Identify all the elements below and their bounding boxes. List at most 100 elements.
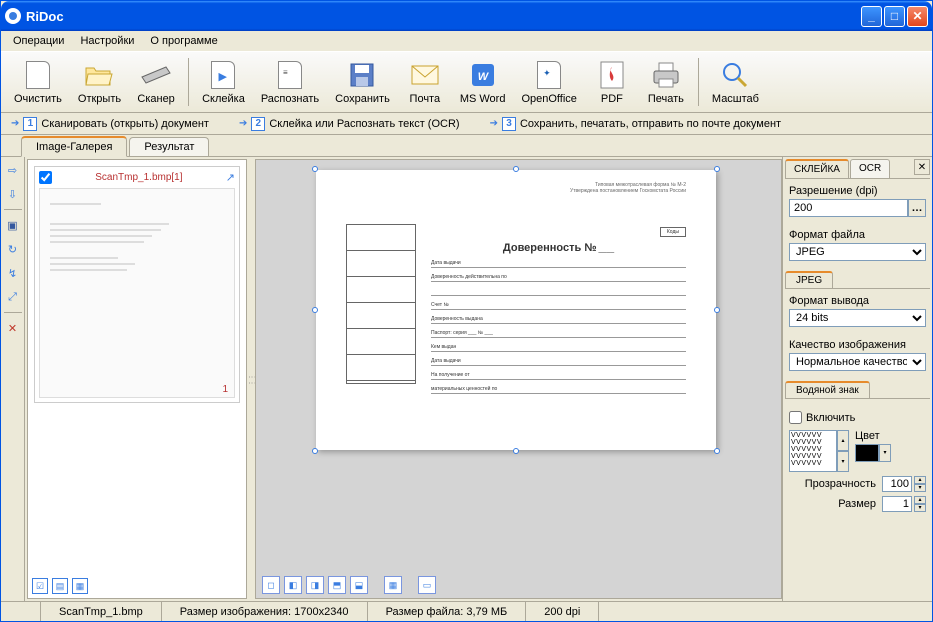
resolution-browse-button[interactable]: … [908, 199, 926, 217]
clear-button[interactable]: Очистить [7, 54, 69, 110]
size-down[interactable]: ▾ [914, 504, 926, 512]
arrow-right-button[interactable]: ⇨ [4, 161, 22, 179]
pattern-down[interactable]: ▾ [837, 451, 849, 472]
maximize-button[interactable]: □ [884, 6, 905, 27]
watermark-enable-checkbox[interactable] [789, 411, 802, 424]
stitch-icon: ▶ [207, 59, 239, 91]
document-tabs: Image-Галерея Результат [1, 135, 932, 157]
document-icon [22, 59, 54, 91]
color-dropdown[interactable]: ▾ [879, 444, 891, 462]
step-number: 3 [502, 117, 516, 131]
thumb-checkbox[interactable] [39, 171, 52, 184]
gallery-view-controls: ☑ ▤ ▦ [28, 574, 92, 598]
menu-operations[interactable]: Операции [5, 33, 72, 49]
view-list-button[interactable]: ▤ [52, 578, 68, 594]
pdf-button[interactable]: PDF [586, 54, 638, 110]
menu-about[interactable]: О программе [142, 33, 225, 49]
opacity-down[interactable]: ▾ [914, 484, 926, 492]
arrow-down-button[interactable]: ⇩ [4, 185, 22, 203]
arrow-right-icon: ➔ [490, 118, 498, 129]
size-input[interactable] [882, 496, 912, 512]
tab-stitch-settings[interactable]: СКЛЕЙКА [785, 159, 849, 178]
mail-label: Почта [410, 93, 441, 105]
size-label: Размер [789, 498, 880, 510]
grid-toggle-button[interactable]: ▦ [384, 576, 402, 594]
view-mode-button[interactable]: ▭ [418, 576, 436, 594]
select-all-button[interactable]: ☑ [32, 578, 48, 594]
thumbnail-image[interactable]: 1 [39, 188, 235, 398]
recognize-button[interactable]: ≡ Распознать [254, 54, 326, 110]
tab-ocr-settings[interactable]: OCR [850, 159, 890, 178]
thumb-filename: ScanTmp_1.bmp[1] [95, 172, 182, 183]
ocr-icon: ≡ [274, 59, 306, 91]
opacity-up[interactable]: ▴ [914, 476, 926, 484]
panel-close-button[interactable]: ✕ [914, 159, 930, 175]
rotate-button[interactable]: ↻ [4, 240, 22, 258]
main-toolbar: Очистить Открыть Сканер ▶ Склейка ≡ Расп… [1, 51, 932, 113]
quality-select[interactable]: Нормальное качество [789, 353, 926, 371]
fit-button[interactable]: ◻ [262, 576, 280, 594]
tool-b-button[interactable]: ⤢ [4, 288, 22, 306]
left-toolbar: ⇨ ⇩ ▣ ↻ ↯ ⤢ ✕ [1, 157, 25, 601]
close-button[interactable]: ✕ [907, 6, 928, 27]
watermark-pattern[interactable]: VVVVVV VVVVVV VVVVVV VVVVVV VVVVVV [789, 430, 837, 472]
view-top-button[interactable]: ⬒ [328, 576, 346, 594]
window-title: RiDoc [26, 9, 861, 24]
pin-icon[interactable]: ↗ [226, 171, 235, 184]
step-2[interactable]: ➔ 2 Склейка или Распознать текст (OCR) [239, 117, 460, 131]
view-left-button[interactable]: ◧ [284, 576, 302, 594]
status-filesize: Размер файла: 3,79 МБ [368, 602, 527, 621]
open-label: Открыть [78, 93, 121, 105]
outformat-select[interactable]: 24 bits [789, 309, 926, 327]
stitch-button[interactable]: ▶ Склейка [195, 54, 252, 110]
tab-image-gallery[interactable]: Image-Галерея [21, 136, 127, 157]
mail-button[interactable]: Почта [399, 54, 451, 110]
fileformat-select[interactable]: JPEG [789, 243, 926, 261]
open-button[interactable]: Открыть [71, 54, 128, 110]
menu-settings[interactable]: Настройки [72, 33, 142, 49]
zoom-button[interactable]: Масштаб [705, 54, 766, 110]
status-dpi: 200 dpi [526, 602, 599, 621]
quality-label: Качество изображения [789, 339, 926, 351]
size-up[interactable]: ▴ [914, 496, 926, 504]
fileformat-label: Формат файла [789, 229, 926, 241]
openoffice-button[interactable]: ✦ OpenOffice [514, 54, 583, 110]
resolution-input[interactable] [789, 199, 908, 217]
watermark-color-swatch[interactable] [855, 444, 879, 462]
view-bottom-button[interactable]: ⬓ [350, 576, 368, 594]
opacity-input[interactable] [882, 476, 912, 492]
magnifier-icon [719, 59, 751, 91]
step-3[interactable]: ➔ 3 Сохранить, печатать, отправить по по… [490, 117, 782, 131]
step-1[interactable]: ➔ 1 Сканировать (открыть) документ [11, 117, 209, 131]
printer-icon [650, 59, 682, 91]
tab-result[interactable]: Результат [129, 137, 209, 156]
pdf-icon [596, 59, 628, 91]
thumbnail[interactable]: ScanTmp_1.bmp[1] ↗ 1 [34, 166, 240, 403]
save-button[interactable]: Сохранить [328, 54, 397, 110]
subtab-jpeg[interactable]: JPEG [785, 271, 833, 288]
delete-button[interactable]: ✕ [4, 319, 22, 337]
tool-a-button[interactable]: ↯ [4, 264, 22, 282]
step-1-label: Сканировать (открыть) документ [41, 118, 209, 130]
titlebar: RiDoc _ □ ✕ [1, 1, 932, 31]
scanner-label: Сканер [137, 93, 174, 105]
word-icon: W [467, 59, 499, 91]
minimize-button[interactable]: _ [861, 6, 882, 27]
openoffice-icon: ✦ [533, 59, 565, 91]
main-area: ⇨ ⇩ ▣ ↻ ↯ ⤢ ✕ ScanTmp_1.bmp[1] ↗ [1, 157, 932, 601]
clear-label: Очистить [14, 93, 62, 105]
pattern-up[interactable]: ▴ [837, 430, 849, 451]
document-page[interactable]: Типовая межотраслевая форма № М-2 Утверж… [316, 170, 716, 450]
statusbar: ScanTmp_1.bmp Размер изображения: 1700x2… [1, 601, 932, 621]
save-thumb-button[interactable]: ▣ [4, 216, 22, 234]
app-window: RiDoc _ □ ✕ Операции Настройки О програм… [0, 0, 933, 622]
view-grid-button[interactable]: ▦ [72, 578, 88, 594]
msword-button[interactable]: W MS Word [453, 54, 513, 110]
view-right-button[interactable]: ◨ [306, 576, 324, 594]
preview-toolbar: ◻ ◧ ◨ ⬒ ⬓ ▦ ▭ [262, 576, 436, 594]
enable-label: Включить [806, 412, 855, 424]
print-button[interactable]: Печать [640, 54, 692, 110]
subtab-watermark[interactable]: Водяной знак [785, 381, 870, 398]
scanner-button[interactable]: Сканер [130, 54, 182, 110]
preview-pane[interactable]: Типовая межотраслевая форма № М-2 Утверж… [255, 159, 782, 599]
